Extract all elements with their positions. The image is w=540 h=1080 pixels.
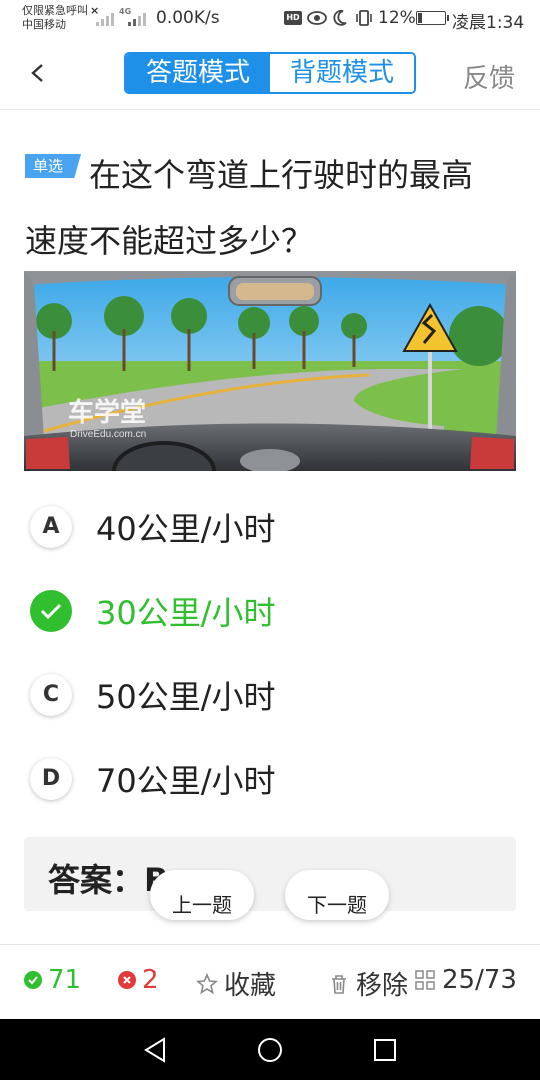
- eye-icon: [307, 11, 327, 25]
- vibrate-icon: [356, 10, 372, 26]
- answer-panel: 答案：B: [24, 837, 516, 911]
- signal-icon: [96, 10, 114, 26]
- option-text: 70公里/小时: [96, 762, 276, 800]
- home-circle-icon[interactable]: [256, 1036, 284, 1064]
- question-text: 在这个弯道上行驶时的最高速度不能超过多少？: [25, 156, 474, 260]
- correct-number: 71: [48, 965, 82, 995]
- moon-icon: [333, 9, 347, 26]
- mode-switch: 答题模式 背题模式: [124, 52, 416, 94]
- question-index-button[interactable]: 25/73: [414, 965, 517, 995]
- prev-question-button[interactable]: 上一题: [150, 870, 254, 920]
- wrong-icon: [118, 971, 136, 989]
- wrong-count[interactable]: 2: [118, 965, 159, 995]
- top-bar: 答题模式 背题模式 反馈: [0, 36, 540, 110]
- battery-percent: 12%: [378, 8, 416, 28]
- option-text: 40公里/小时: [96, 510, 276, 548]
- star-icon: [196, 972, 218, 994]
- clock: 凌晨1:34: [452, 13, 525, 33]
- signal-icon-2: [128, 10, 146, 26]
- back-arrow-icon[interactable]: [28, 62, 46, 84]
- back-triangle-icon[interactable]: [142, 1036, 168, 1064]
- option-b[interactable]: 30公里/小时: [28, 582, 498, 642]
- next-question-button[interactable]: 下一题: [285, 870, 389, 920]
- image-watermark: 车学堂: [68, 397, 146, 427]
- option-letter: C: [30, 674, 72, 716]
- trash-icon: [332, 974, 346, 994]
- option-letter: A: [30, 506, 72, 548]
- bottom-bar: 71 2 收藏 移除 25/73: [0, 944, 540, 1019]
- status-bar: 仅限紧急呼叫 × 中国移动 4G 0.00K/s HD 12% 凌晨1:34: [0, 0, 540, 36]
- system-nav-bar: [0, 1019, 540, 1080]
- option-a[interactable]: A 40公里/小时: [28, 498, 498, 558]
- prev-label: 上一题: [172, 893, 232, 917]
- progress-text: 25/73: [442, 965, 517, 995]
- favorite-button[interactable]: 收藏: [196, 965, 276, 1002]
- question-image: 车学堂 DriveEdu.com.cn: [24, 271, 516, 471]
- favorite-label: 收藏: [224, 971, 277, 1001]
- wrong-number: 2: [142, 965, 159, 995]
- question-type-tag: 单选: [25, 154, 81, 178]
- recent-apps-icon[interactable]: [372, 1037, 398, 1063]
- check-icon: [30, 590, 72, 632]
- next-label: 下一题: [307, 893, 367, 917]
- correct-icon: [24, 971, 42, 989]
- option-letter: D: [30, 758, 72, 800]
- grid-icon: [415, 970, 435, 990]
- feedback-button[interactable]: 反馈: [463, 58, 515, 95]
- emergency-call-text: 仅限紧急呼叫: [22, 4, 88, 17]
- carrier-info: 仅限紧急呼叫 × 中国移动: [22, 4, 100, 31]
- remove-button[interactable]: 移除: [328, 965, 408, 1002]
- option-text: 30公里/小时: [96, 594, 276, 632]
- option-text: 50公里/小时: [96, 678, 276, 716]
- tab-review-mode[interactable]: 背题模式: [270, 54, 414, 92]
- option-d[interactable]: D 70公里/小时: [28, 750, 498, 810]
- battery-icon: [416, 11, 449, 25]
- tab-answer-mode[interactable]: 答题模式: [126, 54, 270, 92]
- option-c[interactable]: C 50公里/小时: [28, 666, 498, 726]
- image-watermark-sub: DriveEdu.com.cn: [70, 429, 146, 440]
- correct-count[interactable]: 71: [24, 965, 81, 995]
- network-speed: 0.00K/s: [156, 8, 220, 28]
- app-screen: 仅限紧急呼叫 × 中国移动 4G 0.00K/s HD 12% 凌晨1:34 答…: [0, 0, 540, 1080]
- hd-icon: HD: [284, 11, 302, 25]
- remove-label: 移除: [356, 971, 409, 1001]
- carrier-name: 中国移动: [22, 18, 66, 31]
